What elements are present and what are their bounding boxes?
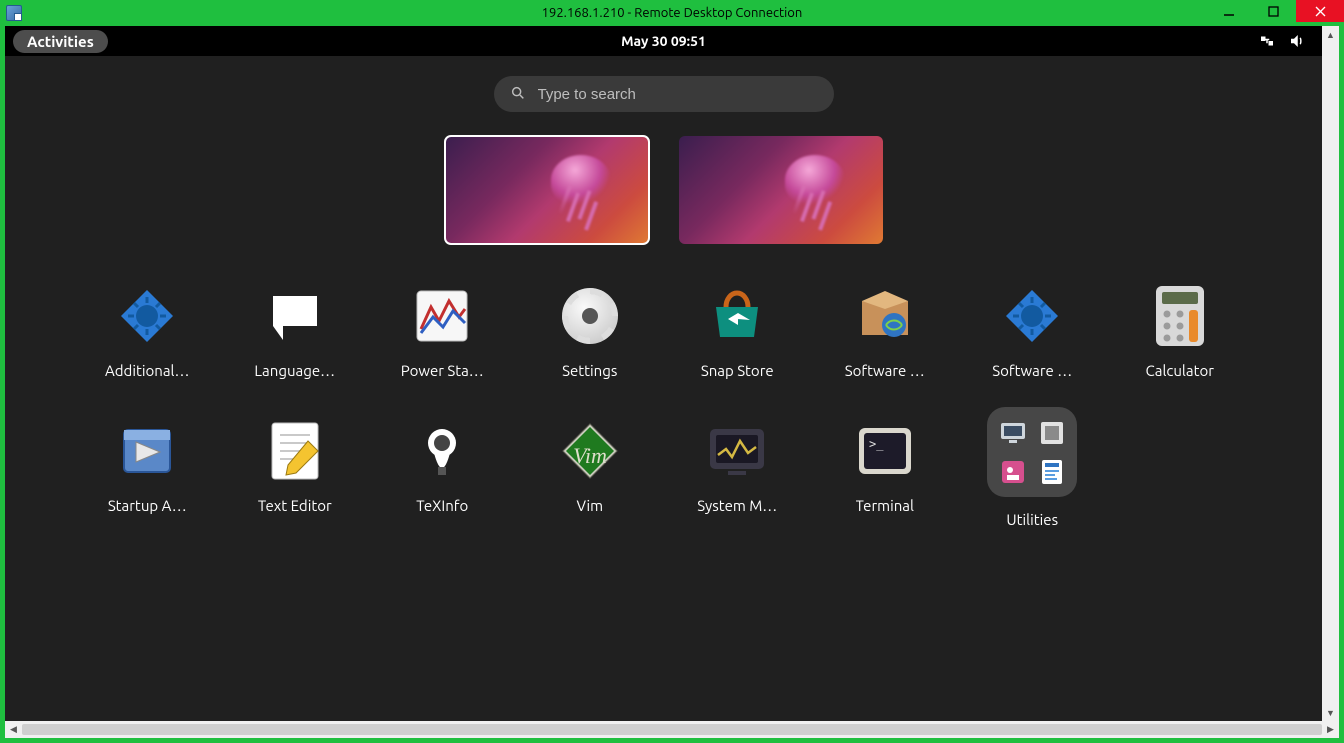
- horizontal-scrollbar[interactable]: ◀ ▶: [5, 721, 1339, 738]
- scroll-up-icon[interactable]: ▲: [1322, 26, 1339, 43]
- search-icon: [510, 85, 526, 104]
- app-label: System M…: [697, 497, 777, 514]
- app-snap-store[interactable]: Snap Store: [664, 284, 812, 379]
- app-label: Snap Store: [701, 362, 774, 379]
- network-icon[interactable]: [1258, 32, 1276, 50]
- settings-icon: [558, 284, 622, 348]
- text-editor-icon: [263, 419, 327, 483]
- workspace-2[interactable]: [679, 136, 883, 244]
- app-label: Utilities: [1006, 511, 1058, 528]
- snap-store-icon: [705, 284, 769, 348]
- app-label: TeXInfo: [416, 497, 468, 514]
- search-input[interactable]: [538, 86, 818, 103]
- remote-viewport: Activities May 30 09:51: [5, 26, 1339, 738]
- rdp-title: 192.168.1.210 - Remote Desktop Connectio…: [542, 6, 803, 20]
- app-label: Software …: [992, 362, 1072, 379]
- app-additional-drivers[interactable]: Additional…: [74, 284, 222, 379]
- software-updater-icon: [1000, 284, 1064, 348]
- app-label: Additional…: [105, 362, 189, 379]
- app-language[interactable]: Language…: [221, 284, 369, 379]
- app-label: Settings: [562, 362, 617, 379]
- window-controls: [1206, 0, 1344, 26]
- app-text-editor[interactable]: Text Editor: [221, 419, 369, 528]
- app-system-monitor[interactable]: System M…: [664, 419, 812, 528]
- scroll-track[interactable]: [22, 724, 1322, 735]
- vim-icon: Vim: [558, 419, 622, 483]
- calculator-icon: [1148, 284, 1212, 348]
- activities-overview: Additional… Language… Power Sta…: [5, 56, 1322, 721]
- app-software-updater[interactable]: Software …: [959, 284, 1107, 379]
- rdp-title-bar: 192.168.1.210 - Remote Desktop Connectio…: [0, 0, 1344, 26]
- app-settings[interactable]: Settings: [516, 284, 664, 379]
- scroll-down-icon[interactable]: ▼: [1322, 704, 1339, 721]
- texinfo-icon: [410, 419, 474, 483]
- startup-apps-icon: [115, 419, 179, 483]
- app-texinfo[interactable]: TeXInfo: [369, 419, 517, 528]
- app-startup-apps[interactable]: Startup A…: [74, 419, 222, 528]
- overview-search[interactable]: [494, 76, 834, 112]
- scroll-left-icon[interactable]: ◀: [5, 721, 22, 738]
- workspace-thumbnails: [445, 136, 883, 244]
- scroll-right-icon[interactable]: ▶: [1322, 721, 1339, 738]
- app-software-properties[interactable]: Software …: [811, 284, 959, 379]
- app-utilities-folder[interactable]: Utilities: [959, 419, 1107, 528]
- app-label: Power Sta…: [401, 362, 484, 379]
- workspace-1[interactable]: [445, 136, 649, 244]
- app-vim[interactable]: Vim Vim: [516, 419, 664, 528]
- clock[interactable]: May 30 09:51: [621, 33, 706, 49]
- app-label: Startup A…: [108, 497, 187, 514]
- svg-text:>_: >_: [869, 437, 884, 451]
- app-power-stats[interactable]: Power Sta…: [369, 284, 517, 379]
- additional-drivers-icon: [115, 284, 179, 348]
- app-terminal[interactable]: >_ Terminal: [811, 419, 959, 528]
- system-tray[interactable]: [1258, 32, 1314, 50]
- maximize-button[interactable]: [1251, 0, 1296, 22]
- scroll-track[interactable]: [1322, 43, 1339, 704]
- app-label: Vim: [576, 497, 603, 514]
- software-properties-icon: [853, 284, 917, 348]
- app-label: Text Editor: [258, 497, 332, 514]
- vertical-scrollbar[interactable]: ▲ ▼: [1322, 26, 1339, 721]
- app-calculator[interactable]: Calculator: [1106, 284, 1254, 379]
- language-icon: [263, 284, 327, 348]
- minimize-button[interactable]: [1206, 0, 1251, 22]
- rdp-app-icon: [6, 5, 22, 21]
- utilities-folder-icon: [987, 407, 1077, 497]
- volume-icon[interactable]: [1288, 32, 1306, 50]
- power-stats-icon: [410, 284, 474, 348]
- app-grid: Additional… Language… Power Sta…: [74, 284, 1254, 528]
- app-label: Language…: [254, 362, 335, 379]
- app-label: Software …: [845, 362, 925, 379]
- gnome-top-bar: Activities May 30 09:51: [5, 26, 1322, 56]
- svg-text:Vim: Vim: [573, 443, 607, 468]
- remote-desktop[interactable]: Activities May 30 09:51: [5, 26, 1322, 721]
- close-button[interactable]: [1296, 0, 1344, 22]
- app-label: Calculator: [1146, 362, 1214, 379]
- activities-button[interactable]: Activities: [13, 30, 108, 53]
- terminal-icon: >_: [853, 419, 917, 483]
- app-label: Terminal: [856, 497, 914, 514]
- system-monitor-icon: [705, 419, 769, 483]
